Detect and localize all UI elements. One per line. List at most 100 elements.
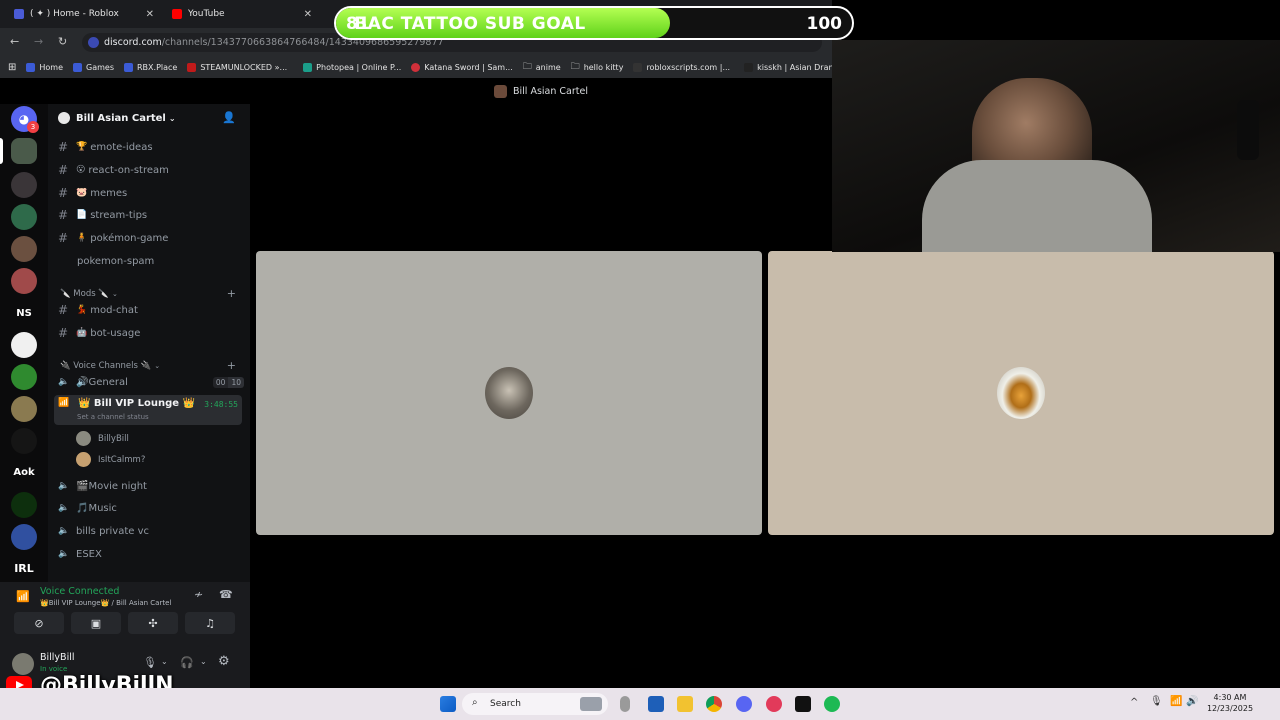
disconnect-icon[interactable]: ☎ xyxy=(219,588,233,601)
bookmark-photopea[interactable]: Photopea | Online P... xyxy=(303,62,401,72)
channel-name: ESEX xyxy=(76,548,102,560)
settings-gear-icon[interactable]: ⚙ xyxy=(218,654,230,669)
channel-status-hint[interactable]: Set a channel status xyxy=(77,413,149,421)
chevron-down-icon[interactable]: ⌄ xyxy=(161,657,168,666)
server-icon-5[interactable] xyxy=(11,268,37,294)
bookmark-games[interactable]: Games xyxy=(73,62,114,72)
bookmark-katana[interactable]: Katana Sword | Sam... xyxy=(411,62,513,72)
voice-member-isitcalmm[interactable]: IsItCalmm? xyxy=(76,452,145,467)
activities-button[interactable]: ✣ xyxy=(128,612,178,634)
headphones-icon[interactable]: 🎧 xyxy=(180,656,194,669)
channel-emote-ideas[interactable]: # 🏆 emote-ideas xyxy=(58,137,244,157)
channel-memes[interactable]: # 🐷 memes xyxy=(58,183,244,203)
windows-start-icon[interactable] xyxy=(440,696,456,712)
server-icon-8[interactable] xyxy=(11,364,37,390)
bookmark-rbxplace[interactable]: RBX.Place xyxy=(124,62,177,72)
share-screen-button[interactable]: ▣ xyxy=(71,612,121,634)
server-ns[interactable]: NS xyxy=(0,308,48,319)
channel-react-on-stream[interactable]: # 😮 react-on-stream xyxy=(58,160,244,180)
server-icon-10[interactable] xyxy=(11,428,37,454)
reload-icon[interactable]: ↻ xyxy=(58,35,67,48)
server-icon-12[interactable] xyxy=(11,492,37,518)
microphone-icon[interactable]: 🎙 xyxy=(143,656,157,669)
category-voice-channels[interactable]: 🔌 Voice Channels 🔌 ⌄ + xyxy=(60,359,236,372)
server-icon-13[interactable] xyxy=(11,524,37,550)
camera-button[interactable]: ⊘ xyxy=(14,612,64,634)
task-view-icon[interactable] xyxy=(648,696,664,712)
voice-channel-music[interactable]: 🔈 🎵Music xyxy=(58,498,244,518)
soundboard-button[interactable]: ♫ xyxy=(185,612,235,634)
voice-channel-general[interactable]: 🔈 🔊General 00 10 xyxy=(58,372,244,392)
channel-bot-usage[interactable]: # 🤖 bot-usage xyxy=(58,323,244,343)
text-channel-icon: # xyxy=(58,326,69,340)
server-irl[interactable]: IRL xyxy=(0,562,48,575)
mouse-app-icon[interactable] xyxy=(620,696,630,712)
user-limit-badge: 00 10 xyxy=(212,376,244,388)
bookmark-folder-anime[interactable]: 🗀 anime xyxy=(523,59,561,75)
microphone-tray-icon[interactable]: 🎙 xyxy=(1150,696,1163,707)
channel-mod-chat[interactable]: # 💃 mod-chat xyxy=(58,300,244,320)
add-member-icon[interactable]: 👤 xyxy=(222,111,236,124)
server-icon-9[interactable] xyxy=(11,396,37,422)
bookmark-home[interactable]: Home xyxy=(26,62,63,72)
voice-channel-bills-private-vc[interactable]: 🔈 bills private vc xyxy=(58,521,244,541)
user-limit: 10 xyxy=(228,376,244,388)
participant-tile-isitcalmm[interactable] xyxy=(768,251,1274,535)
goal-target: 100 xyxy=(806,14,843,34)
server-icon-7[interactable] xyxy=(11,332,37,358)
opera-icon[interactable] xyxy=(766,696,782,712)
member-name: BillyBill xyxy=(98,433,129,444)
sub-goal-overlay: 81 BAC TATTOO SUB GOAL 100 xyxy=(334,6,854,40)
chevron-up-icon[interactable]: ^ xyxy=(1130,697,1138,708)
tab-roblox[interactable]: ( ✦ ) Home - Roblox ✕ xyxy=(8,4,160,24)
obs-app-icon[interactable] xyxy=(795,696,811,712)
server-aok[interactable]: Aok xyxy=(0,467,48,478)
avatar xyxy=(997,367,1045,419)
bookmark-kisskh[interactable]: kisskh | Asian Dram... xyxy=(744,62,844,72)
wifi-icon[interactable]: 📶 xyxy=(1170,696,1182,707)
bookmark-steamunlocked[interactable]: STEAMUNLOCKED »... xyxy=(187,62,287,72)
channel-stream-tips[interactable]: # 📄 stream-tips xyxy=(58,205,244,225)
category-mods[interactable]: 🔪 Mods 🔪 ⌄ + xyxy=(60,287,236,300)
server-header[interactable]: Bill Asian Cartel ⌄ xyxy=(58,110,238,126)
bookmark-folder-hello-kitty[interactable]: 🗀 hello kitty xyxy=(571,59,624,75)
taskbar-search[interactable]: ⌕ Search xyxy=(462,693,608,715)
screen-share-icon: ▣ xyxy=(90,616,102,630)
server-guide-icon xyxy=(58,112,70,124)
chrome-icon[interactable] xyxy=(706,696,722,712)
server-icon-3[interactable] xyxy=(11,204,37,230)
forward-icon[interactable]: → xyxy=(34,35,43,48)
noise-suppression-icon[interactable]: ≁ xyxy=(194,588,203,601)
discord-taskbar-icon[interactable] xyxy=(736,696,752,712)
voice-channel-bill-vip-lounge[interactable]: 📶 👑 Bill VIP Lounge 👑 3:48:55 Set a chan… xyxy=(54,395,242,425)
channel-name: 🎵Music xyxy=(76,502,117,514)
create-channel-icon[interactable]: + xyxy=(227,287,236,300)
server-icon-2[interactable] xyxy=(11,172,37,198)
system-clock[interactable]: 4:30 AM 12/23/2025 xyxy=(1200,692,1260,714)
chevron-down-icon[interactable]: ⌄ xyxy=(200,657,207,666)
connection-signal-icon[interactable]: 📶 xyxy=(16,590,30,603)
close-tab-icon[interactable]: ✕ xyxy=(146,9,154,20)
volume-icon[interactable]: 🔊 xyxy=(1186,696,1198,707)
site-info-icon[interactable] xyxy=(88,37,99,48)
youtube-favicon-icon xyxy=(172,9,182,19)
server-icon-4[interactable] xyxy=(11,236,37,262)
channel-pokemon-spam[interactable]: pokemon-spam xyxy=(77,251,263,271)
folder-icon: 🗀 xyxy=(522,62,532,72)
speaker-icon: 🔈 xyxy=(58,481,70,491)
username: BillyBill xyxy=(40,652,75,663)
create-channel-icon[interactable]: + xyxy=(227,359,236,372)
apps-grid-icon[interactable]: ⊞ xyxy=(8,62,16,73)
file-explorer-icon[interactable] xyxy=(677,696,693,712)
server-bill-asian-cartel[interactable] xyxy=(11,138,37,164)
channel-pokemon-game[interactable]: # 🧍 pokémon-game xyxy=(58,228,244,248)
voice-channel-movie-night[interactable]: 🔈 🎬Movie night xyxy=(58,476,244,496)
channel-name: 👑 Bill VIP Lounge 👑 xyxy=(78,398,195,409)
spotify-icon[interactable] xyxy=(824,696,840,712)
voice-member-billybill[interactable]: BillyBill xyxy=(76,431,129,446)
bookmark-robloxscripts[interactable]: robloxscripts.com |... xyxy=(633,62,730,72)
participant-tile-billybill[interactable] xyxy=(256,251,762,535)
voice-channel-esex[interactable]: 🔈 ESEX xyxy=(58,544,244,564)
voice-connected-subtitle[interactable]: 👑Bill VIP Lounge👑 / Bill Asian Cartel xyxy=(40,599,171,607)
back-icon[interactable]: ← xyxy=(10,35,19,48)
